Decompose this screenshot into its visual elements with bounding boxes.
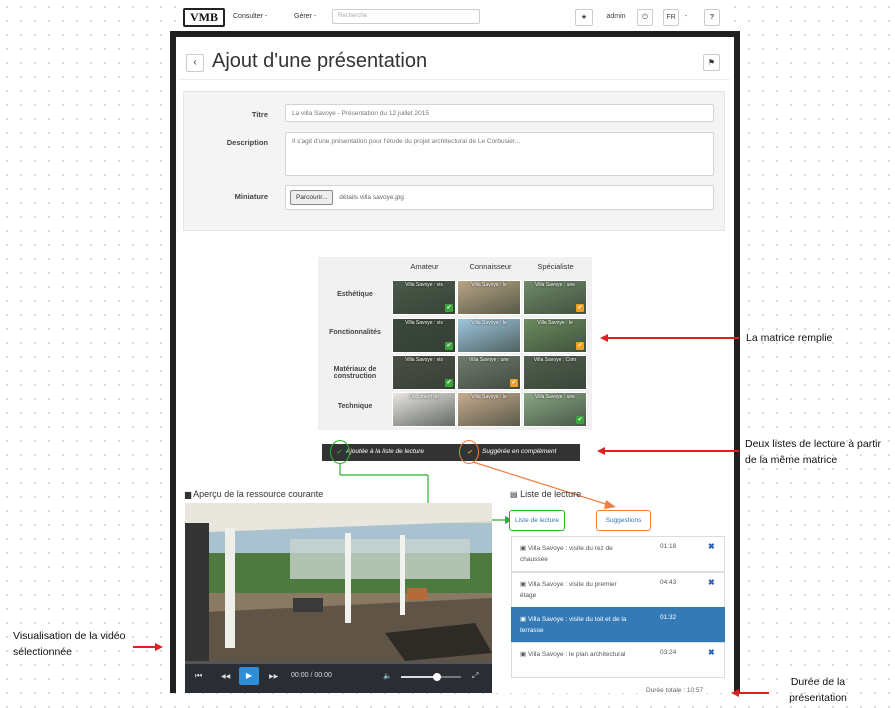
playlist-item-title: ▣ Villa Savoye : visite du premier étage xyxy=(520,581,617,599)
film-icon: ▣ xyxy=(520,545,528,552)
video-controls: ⏮ ◀◀ ▶ ▶▶ 00:00 / 00:00 🔈 ⤢ xyxy=(185,661,492,693)
annotation-arrowhead xyxy=(600,334,608,342)
annotation-matrix: La matrice remplie xyxy=(746,332,833,344)
remove-icon[interactable]: ✖ xyxy=(708,578,715,587)
fullscreen-icon[interactable]: ⤢ xyxy=(472,671,478,681)
annotation-duration: Durée de la présentation xyxy=(789,676,847,704)
play-button[interactable]: ▶ xyxy=(239,667,259,685)
preview-title: ▆ Aperçu de la ressource courante xyxy=(185,489,324,499)
time-display: 00:00 / 00:00 xyxy=(291,672,332,679)
list-icon: ▤ xyxy=(510,490,518,499)
video-player[interactable]: ⏮ ◀◀ ▶ ▶▶ 00:00 / 00:00 🔈 ⤢ xyxy=(185,503,492,693)
volume-slider[interactable] xyxy=(401,673,461,681)
annotation-arrow xyxy=(604,450,739,452)
playlist-item-duration: 01:32 xyxy=(660,614,677,621)
annotation-arrowhead xyxy=(597,447,605,455)
video-frame xyxy=(185,503,492,661)
tab-playlist[interactable]: Liste de lecture xyxy=(509,510,565,531)
annotation-video: Visualisation de la vidéo sélectionnée xyxy=(13,630,126,658)
progress-bar[interactable] xyxy=(185,661,492,664)
skip-back-icon[interactable]: ⏮ xyxy=(195,671,202,681)
film-icon: ▣ xyxy=(520,651,528,658)
remove-icon[interactable]: ✖ xyxy=(708,648,715,657)
volume-icon[interactable]: 🔈 xyxy=(383,672,392,680)
playlist-item-duration: 01:18 xyxy=(660,543,677,550)
playlist-item-title: ▣ Villa Savoye : visite du rez de chauss… xyxy=(520,545,613,563)
remove-icon[interactable]: ✖ xyxy=(708,542,715,551)
forward-icon[interactable]: ▶▶ xyxy=(269,673,278,680)
rewind-icon[interactable]: ◀◀ xyxy=(221,673,230,680)
annotation-arrow xyxy=(606,337,739,339)
playlist-item-title: ▣ Villa Savoye : le plan architectural xyxy=(520,651,626,658)
playlist-item[interactable]: ▣ Villa Savoye : le plan architectural 03… xyxy=(511,642,725,678)
annotation-lists: Deux listes de lecture à partir de la mê… xyxy=(745,438,881,466)
annotation-arrowhead xyxy=(731,689,739,697)
playlist-item[interactable]: ▣ Villa Savoye : visite du rez de chauss… xyxy=(511,536,725,572)
annotation-arrowhead xyxy=(155,643,163,651)
playlist-item-duration: 04:43 xyxy=(660,579,677,586)
playlist-item[interactable]: ▣ Villa Savoye : visite du toit et de la… xyxy=(511,607,725,643)
volume-fill xyxy=(401,676,437,678)
film-icon: ▣ xyxy=(520,581,528,588)
volume-knob[interactable] xyxy=(433,673,441,681)
playlist-item-title: ▣ Villa Savoye : visite du toit et de la… xyxy=(520,616,627,634)
monitor-icon: ▆ xyxy=(185,490,192,499)
tab-suggestions[interactable]: Suggestions xyxy=(596,510,651,531)
annotation-arrow xyxy=(738,692,769,694)
playlist-item-duration: 03:24 xyxy=(660,649,677,656)
playlist-item[interactable]: ▣ Villa Savoye : visite du premier étage… xyxy=(511,572,725,608)
annotation-arrow xyxy=(133,646,155,648)
film-icon: ▣ xyxy=(520,616,528,623)
total-duration: Durée totale : 10:57 xyxy=(646,687,704,694)
playlist-title: ▤ Liste de lecture xyxy=(510,489,582,499)
